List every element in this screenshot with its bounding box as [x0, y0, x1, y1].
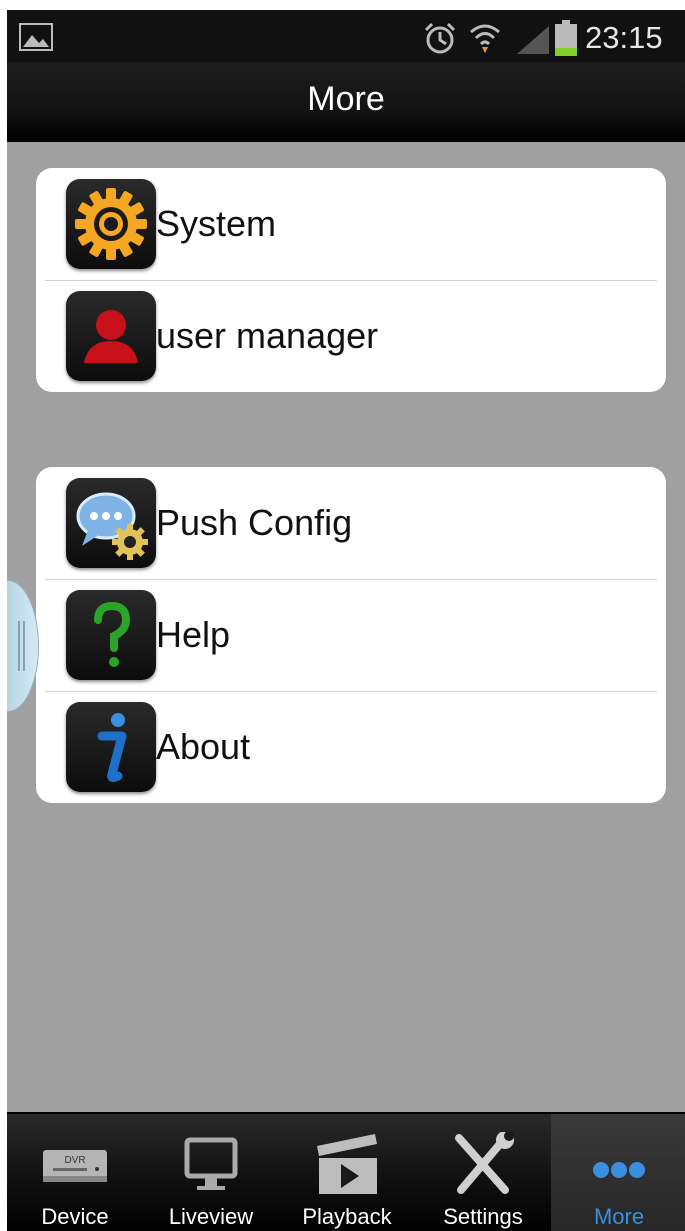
- more-dots-icon: [593, 1162, 645, 1178]
- settings-group-2: Push Config Help About: [36, 467, 666, 803]
- tab-more[interactable]: More: [551, 1114, 685, 1231]
- info-icon: [66, 702, 156, 792]
- image-notification-icon: [19, 23, 53, 51]
- menu-item-label: user manager: [156, 315, 379, 356]
- tab-bar: DVR Device Liveview Playback Settings Mo…: [7, 1112, 685, 1231]
- menu-item-push-config[interactable]: Push Config: [36, 467, 666, 579]
- tab-settings[interactable]: Settings: [415, 1114, 551, 1231]
- phone-screen: 23:15 More System user manager Push Conf…: [7, 10, 685, 1231]
- navigation-bar: More: [7, 62, 685, 142]
- gear-icon: [66, 179, 156, 269]
- question-mark-icon: [66, 590, 156, 680]
- tab-label: More: [593, 1204, 645, 1229]
- status-bar: 23:15: [7, 10, 685, 62]
- svg-text:DVR: DVR: [64, 1155, 85, 1166]
- tab-label: Settings: [443, 1204, 523, 1229]
- signal-icon: [517, 26, 549, 54]
- alarm-icon: [424, 22, 456, 54]
- side-drawer-handle[interactable]: [7, 580, 39, 712]
- tab-device[interactable]: DVR Device: [7, 1114, 143, 1231]
- menu-item-label: System: [156, 203, 277, 244]
- tab-label: Liveview: [168, 1204, 254, 1229]
- chat-settings-icon: [66, 478, 156, 568]
- settings-group-1: System user manager: [36, 168, 666, 392]
- clapperboard-icon: [317, 1134, 377, 1194]
- battery-icon: [555, 20, 577, 56]
- wifi-icon: [470, 24, 500, 53]
- menu-item-label: About: [156, 726, 251, 767]
- tab-label: Device: [41, 1204, 109, 1229]
- menu-item-help[interactable]: Help: [36, 579, 666, 691]
- grip-icon: [18, 621, 25, 671]
- monitor-icon: [184, 1137, 238, 1190]
- tab-playback[interactable]: Playback: [279, 1114, 415, 1231]
- menu-item-user-manager[interactable]: user manager: [36, 280, 666, 392]
- page-title: More: [307, 80, 385, 118]
- menu-item-system[interactable]: System: [36, 168, 666, 280]
- user-icon: [66, 291, 156, 381]
- menu-item-label: Help: [156, 614, 231, 655]
- tools-icon: [455, 1132, 514, 1194]
- menu-item-about[interactable]: About: [36, 691, 666, 803]
- menu-item-label: Push Config: [156, 502, 353, 543]
- tab-label: Playback: [302, 1204, 392, 1229]
- dvr-icon: DVR: [43, 1150, 107, 1182]
- status-time: 23:15: [585, 20, 663, 55]
- tab-liveview[interactable]: Liveview: [143, 1114, 279, 1231]
